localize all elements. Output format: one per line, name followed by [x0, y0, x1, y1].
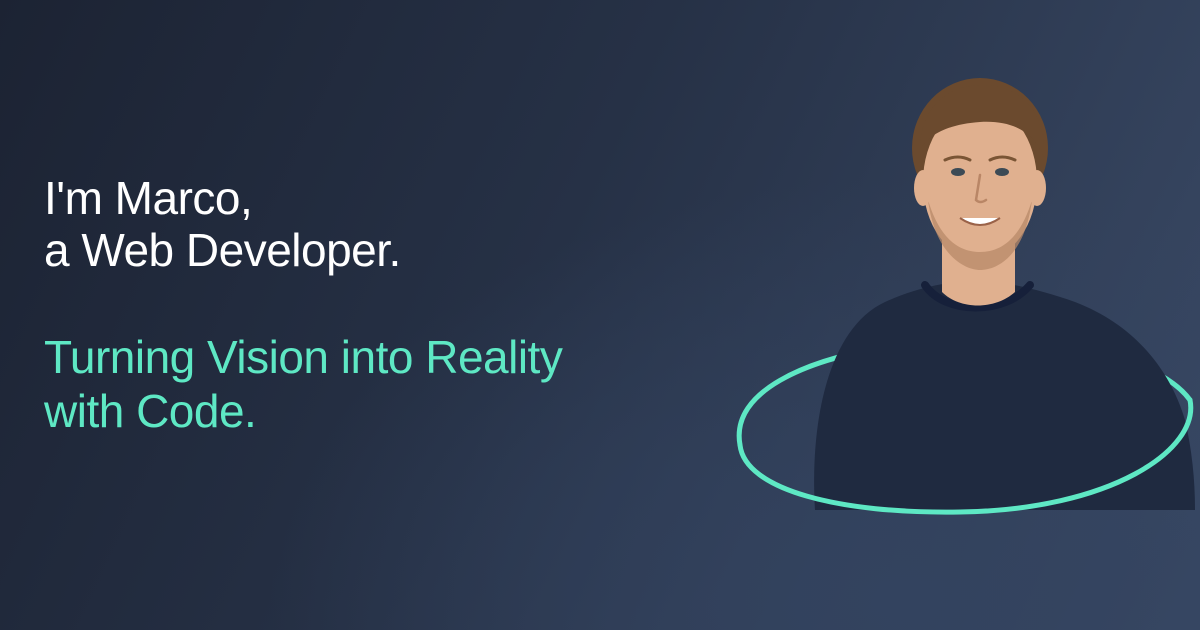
person-ear-right	[1028, 170, 1046, 206]
person-eye-right	[995, 168, 1009, 176]
person-eye-left	[951, 168, 965, 176]
intro-role-line: a Web Developer.	[44, 224, 401, 276]
tagline: Turning Vision into Reality with Code.	[44, 330, 684, 438]
intro-heading: I'm Marco, a Web Developer.	[44, 172, 604, 276]
person-shirt	[814, 280, 1195, 510]
tagline-line-1: Turning Vision into Reality	[44, 331, 563, 383]
tagline-line-2: with Code.	[44, 385, 257, 437]
intro-name-line: I'm Marco,	[44, 172, 253, 224]
portrait-illustration	[736, 78, 1195, 515]
person-ear-left	[914, 170, 932, 206]
